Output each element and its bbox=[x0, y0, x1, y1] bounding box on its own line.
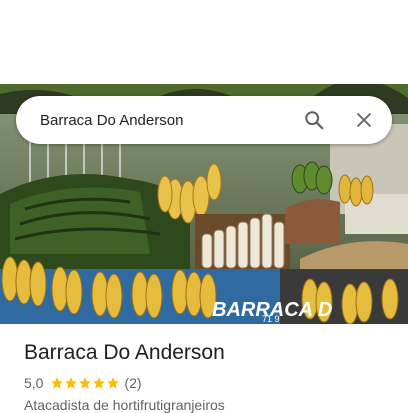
rating-value: 5,0 bbox=[24, 375, 44, 391]
place-title: Barraca Do Anderson bbox=[24, 341, 225, 364]
review-count[interactable]: (2) bbox=[124, 375, 141, 391]
sign-subtext: 71 9 bbox=[262, 314, 280, 324]
search-icon bbox=[305, 111, 324, 130]
star-icon bbox=[65, 377, 78, 389]
search-input[interactable]: Barraca Do Anderson bbox=[16, 112, 294, 129]
close-icon bbox=[357, 113, 371, 127]
star-icon bbox=[93, 377, 106, 389]
star-icon bbox=[79, 377, 92, 389]
star-icon bbox=[51, 377, 64, 389]
place-category: Atacadista de hortifrutigranjeiros bbox=[24, 397, 225, 413]
search-button[interactable] bbox=[294, 100, 334, 140]
clear-button[interactable] bbox=[344, 100, 384, 140]
search-bar[interactable]: Barraca Do Anderson bbox=[16, 96, 392, 144]
rating-row[interactable]: 5,0 (2) bbox=[24, 375, 142, 391]
star-icon bbox=[107, 377, 120, 389]
rating-stars bbox=[50, 376, 120, 390]
